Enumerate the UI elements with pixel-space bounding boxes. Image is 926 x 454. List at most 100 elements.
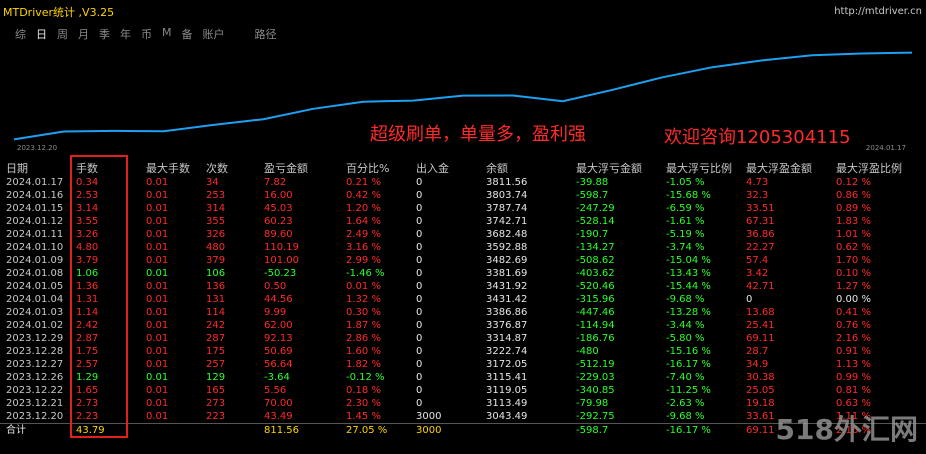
chart-start-date: 2023.12.20	[17, 144, 58, 152]
column-header-max-float-profit-pct[interactable]: 最大浮盈比例	[830, 160, 926, 176]
tab-quarterly[interactable]: 季	[99, 26, 110, 42]
cell-max-float-loss: -247.29	[576, 203, 615, 214]
tab-path[interactable]: 路径	[255, 26, 277, 42]
cell-count: 273	[206, 398, 226, 409]
period-tabs: 综 日 周 月 季 年 币 M 备 账户 路径	[15, 26, 287, 42]
table-row[interactable]: 2024.01.02 2.42 0.01 242 62.00 1.87 % 0 3376.87…	[0, 319, 926, 332]
column-header-max-float-loss-pct[interactable]: 最大浮亏比例	[660, 160, 740, 176]
cell-balance: 3222.74	[486, 346, 528, 357]
cell-count: 34	[206, 177, 219, 188]
cell-max-float-profit: 4.73	[746, 177, 769, 188]
cell-max-float-loss-pct: -3.44 %	[666, 320, 705, 331]
cell-max-float-loss: -190.7	[576, 229, 609, 240]
cell-max-float-profit-pct: 1.27 %	[836, 281, 871, 292]
table-row[interactable]: 2024.01.08 1.06 0.01 106 -50.23 -1.46 % 0 3381.…	[0, 267, 926, 280]
table-row[interactable]: 2024.01.05 1.36 0.01 136 0.50 0.01 % 0 3431.92-…	[0, 280, 926, 293]
cell-percent: 2.30 %	[346, 398, 381, 409]
column-header-max-float-profit[interactable]: 最大浮盈金额	[740, 160, 830, 176]
cell-pnl: 9.99	[264, 307, 287, 318]
column-header-percent[interactable]: 百分比%	[340, 160, 410, 176]
column-header-date[interactable]: 日期	[0, 160, 70, 176]
cell-max-float-loss: -114.94	[576, 320, 615, 331]
cell-max-float-profit-pct: 1.13 %	[836, 359, 871, 370]
tab-monthly[interactable]: 月	[78, 26, 89, 42]
cell-date: 2023.12.27	[6, 359, 64, 370]
cell-percent: 1.45 %	[346, 411, 381, 422]
cell-percent: -0.12 %	[346, 372, 385, 383]
cell-max-float-loss-pct: -13.28 %	[666, 307, 711, 318]
cell-pnl: 45.03	[264, 203, 293, 214]
cell-percent: 1.64 %	[346, 216, 381, 227]
cell-max-float-loss-pct: -6.59 %	[666, 203, 705, 214]
cell-max-float-loss-pct: -5.19 %	[666, 229, 705, 240]
total-cell-max-float-loss: -598.7	[570, 423, 660, 437]
cell-count: 136	[206, 281, 226, 292]
total-cell-max-lots	[140, 423, 200, 437]
table-row[interactable]: 2024.01.16 2.53 0.01 253 16.00 0.42 % 0 3803.74…	[0, 189, 926, 202]
tab-currency[interactable]: 币	[141, 26, 152, 42]
column-header-max-lots[interactable]: 最大手数	[140, 160, 200, 176]
cell-balance: 3376.87	[486, 320, 528, 331]
cell-max-float-loss: -292.75	[576, 411, 615, 422]
cell-deposit: 0	[416, 177, 423, 188]
cell-max-float-profit-pct: 0.41 %	[836, 307, 871, 318]
app-url-link[interactable]: http://mtdriver.cn	[834, 6, 922, 17]
column-header-pnl[interactable]: 盈亏金额	[258, 160, 340, 176]
cell-max-float-loss-pct: -2.63 %	[666, 398, 705, 409]
column-header-count[interactable]: 次数	[200, 160, 258, 176]
cell-date: 2024.01.15	[6, 203, 64, 214]
table-row[interactable]: 2024.01.15 3.14 0.01 314 45.03 1.20 % 0 3787.74…	[0, 202, 926, 215]
column-header-deposit[interactable]: 出入金	[410, 160, 480, 176]
total-cell-pnl: 811.56	[258, 423, 340, 437]
cell-max-float-loss-pct: -3.74 %	[666, 242, 705, 253]
cell-count: 175	[206, 346, 226, 357]
cell-max-float-profit-pct: 0.99 %	[836, 372, 871, 383]
cell-max-lots: 0.01	[146, 255, 169, 266]
cell-count: 355	[206, 216, 226, 227]
cell-deposit: 3000	[416, 411, 442, 422]
cell-max-float-loss: -520.46	[576, 281, 615, 292]
cell-max-float-loss: -315.96	[576, 294, 615, 305]
cell-pnl: 5.56	[264, 385, 287, 396]
tab-weekly[interactable]: 周	[57, 26, 68, 42]
cell-deposit: 0	[416, 281, 423, 292]
table-row[interactable]: 2023.12.26 1.29 0.01 129 -3.64 -0.12 % 0 3115.4…	[0, 371, 926, 384]
table-row[interactable]: 2023.12.28 1.75 0.01 175 50.69 1.60 % 0 3222.74…	[0, 345, 926, 358]
column-header-max-float-loss[interactable]: 最大浮亏金额	[570, 160, 660, 176]
table-row[interactable]: 2024.01.12 3.55 0.01 355 60.23 1.64 % 0 3742.71…	[0, 215, 926, 228]
cell-pnl: 62.00	[264, 320, 293, 331]
cell-max-lots: 0.01	[146, 333, 169, 344]
cell-count: 165	[206, 385, 226, 396]
cell-max-float-profit-pct: 0.81 %	[836, 385, 871, 396]
table-row[interactable]: 2023.12.22 1.65 0.01 165 5.56 0.18 % 0 3119.05-…	[0, 384, 926, 397]
table-row[interactable]: 2024.01.10 4.80 0.01 480 110.19 3.16 % 0 3592.8…	[0, 241, 926, 254]
table-row[interactable]: 2023.12.27 2.57 0.01 257 56.64 1.82 % 0 3172.05…	[0, 358, 926, 371]
tab-account[interactable]: 账户	[203, 26, 225, 42]
cell-max-float-profit: 13.68	[746, 307, 775, 318]
promo-text-1: 超级刷单，单量多，盈利强	[370, 124, 586, 145]
table-row[interactable]: 2024.01.04 1.31 0.01 131 44.56 1.32 % 0 3431.42…	[0, 293, 926, 306]
tab-notes[interactable]: 备	[182, 26, 193, 42]
cell-max-float-loss-pct: -5.80 %	[666, 333, 705, 344]
cell-max-float-loss: -528.14	[576, 216, 615, 227]
tab-summary[interactable]: 综	[15, 26, 26, 42]
cell-max-float-profit-pct: 1.83 %	[836, 216, 871, 227]
tab-m[interactable]: M	[162, 26, 172, 42]
table-row[interactable]: 2024.01.09 3.79 0.01 379 101.00 2.99 % 0 3482.6…	[0, 254, 926, 267]
tab-daily[interactable]: 日	[36, 26, 47, 42]
table-row[interactable]: 2024.01.17 0.34 0.01 34 7.82 0.21 % 0 3811.56 -3…	[0, 176, 926, 189]
daily-stats-table: 日期 手数 最大手数 次数 盈亏金额 百分比% 出入金 余额 最大浮亏金额 最大浮亏比例 最大浮盈金…	[0, 160, 926, 437]
cell-date: 2023.12.20	[6, 411, 64, 422]
table-row[interactable]: 2024.01.03 1.14 0.01 114 9.99 0.30 % 0 3386.86-…	[0, 306, 926, 319]
column-header-balance[interactable]: 余额	[480, 160, 570, 176]
cell-max-float-profit: 25.41	[746, 320, 775, 331]
cell-max-lots: 0.01	[146, 242, 169, 253]
cell-balance: 3115.41	[486, 372, 528, 383]
tab-yearly[interactable]: 年	[120, 26, 131, 42]
cell-max-float-loss-pct: -1.61 %	[666, 216, 705, 227]
cell-count: 480	[206, 242, 226, 253]
table-row[interactable]: 2024.01.11 3.26 0.01 326 89.60 2.49 % 0 3682.48…	[0, 228, 926, 241]
table-row[interactable]: 2023.12.29 2.87 0.01 287 92.13 2.86 % 0 3314.87…	[0, 332, 926, 345]
cell-count: 287	[206, 333, 226, 344]
cell-count: 114	[206, 307, 226, 318]
